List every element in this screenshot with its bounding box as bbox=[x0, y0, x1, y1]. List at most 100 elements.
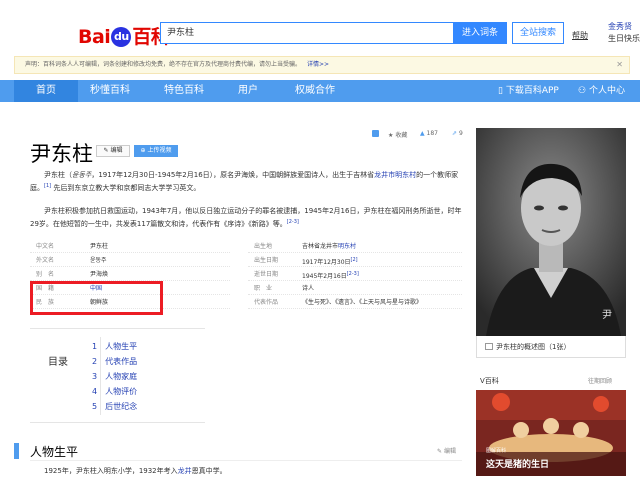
nav-item-users[interactable]: 用户 bbox=[238, 80, 258, 102]
edit-button-label: 编辑 bbox=[110, 147, 123, 154]
nav-item-partners[interactable]: 权威合作 bbox=[295, 80, 335, 102]
photo-caption[interactable]: 尹东柱的概述图（1张） bbox=[476, 336, 626, 358]
plus-circle-icon: ⊕ bbox=[140, 147, 146, 154]
video-title[interactable]: 这天是猪的生日 bbox=[486, 457, 549, 470]
ref-link[interactable]: [1] bbox=[44, 183, 51, 189]
toc-label: 目录 bbox=[48, 357, 68, 368]
section-text: 1925年，尹东柱入明东小学，1932年考入 bbox=[44, 467, 178, 475]
ref-link[interactable]: [2-3] bbox=[347, 271, 359, 277]
download-app-label: 下载百科APP bbox=[505, 86, 559, 96]
section-text: 恩真中学。 bbox=[191, 467, 227, 475]
section-paragraph: 1925年，尹东柱入明东小学，1932年考入龙井恩真中学。 bbox=[30, 466, 464, 477]
pencil-icon: ✎ bbox=[103, 147, 109, 154]
info-key: 逝世日期 bbox=[254, 271, 279, 278]
ref-link[interactable]: [2] bbox=[351, 257, 358, 263]
photo-caption-text: 尹东柱的概述图（1张） bbox=[496, 343, 571, 351]
info-key: 出生地 bbox=[254, 243, 273, 250]
video-tag: 图解百科 bbox=[486, 448, 507, 454]
toc-item-2[interactable]: 2 代表作品 bbox=[92, 356, 137, 367]
page-title: 尹东柱 bbox=[30, 142, 93, 166]
section-divider bbox=[30, 460, 462, 461]
like-count: 187 bbox=[426, 130, 438, 137]
intro-paragraph-1: 尹东柱（윤동주，1917年12月30日-1945年2月16日），原名尹海焕，中国… bbox=[30, 170, 464, 194]
info-value: 1945年2月16日 bbox=[302, 273, 347, 280]
search-input[interactable]: 尹东柱 bbox=[160, 22, 454, 44]
favorite-button[interactable]: ★ 收藏 bbox=[388, 130, 407, 139]
toc-item-1[interactable]: 1 人物生平 bbox=[92, 341, 137, 352]
site-search-button[interactable]: 全站搜索 bbox=[512, 22, 564, 44]
info-row: 出生日期 1917年12月30日[2] bbox=[248, 254, 462, 267]
upload-video-button[interactable]: ⊕ 上传视频 bbox=[134, 145, 178, 157]
info-value: 윤동주 bbox=[90, 257, 107, 264]
notice-more-link[interactable]: 详情>> bbox=[307, 61, 329, 68]
star-icon: ★ bbox=[388, 132, 394, 139]
intro-text: 先后到东京立教大学和京都同志大学学习英文。 bbox=[53, 184, 201, 192]
info-key: 别 名 bbox=[36, 271, 55, 278]
vbaike-label: V百科 bbox=[480, 377, 499, 385]
intro-korean-name: 윤동주 bbox=[72, 171, 92, 179]
pencil-icon: ✎ bbox=[437, 448, 443, 455]
enter-entry-button[interactable]: 进入词条 bbox=[453, 22, 507, 44]
intro-paragraph-2: 尹东柱积极参加抗日救国运动，1943年7月，他以反日独立运动分子的罪名被逮捕，1… bbox=[30, 206, 464, 230]
info-key: 代表作品 bbox=[254, 299, 279, 306]
share-button[interactable]: ⇗ 9 bbox=[452, 130, 463, 137]
section-edit-label: 编辑 bbox=[443, 448, 456, 455]
link-mingdong[interactable]: 龙井市明东村 bbox=[374, 171, 416, 179]
thumb-up-icon: ▲ bbox=[420, 130, 425, 137]
toc-item-5[interactable]: 5 后世纪念 bbox=[92, 401, 137, 412]
portrait-image: 尹 bbox=[476, 128, 626, 336]
intro-text: 尹东柱积极参加抗日救国运动，1943年7月，他以反日独立运动分子的罪名被逮捕，1… bbox=[30, 207, 462, 228]
info-row: 出生地 吉林省龙井市明东村 bbox=[248, 240, 462, 253]
add-icon[interactable] bbox=[372, 130, 379, 138]
logo-bai-text: Bai bbox=[78, 26, 111, 48]
info-row: 中文名 尹东柱 bbox=[30, 240, 230, 253]
personal-center-label: 个人中心 bbox=[588, 86, 625, 96]
toc-item-4[interactable]: 4 人物评价 bbox=[92, 386, 137, 397]
info-key: 出生日期 bbox=[254, 257, 279, 264]
toc-item-3[interactable]: 3 人物家庭 bbox=[92, 371, 137, 382]
info-key: 职 业 bbox=[254, 285, 273, 292]
help-link[interactable]: 帮助 bbox=[572, 30, 588, 41]
info-row: 逝世日期 1945年2月16日[2-3] bbox=[248, 268, 462, 281]
summary-photo[interactable]: 尹 bbox=[476, 128, 626, 336]
notice-text: 声明：百科词条人人可编辑，词条创建和修改均免费，绝不存在官方及代理商付费代编，请… bbox=[25, 61, 302, 68]
info-value: 尹东柱 bbox=[90, 243, 109, 250]
user-sub-text: 生日快乐 bbox=[608, 34, 640, 43]
section-marker bbox=[14, 443, 19, 459]
personal-center-link[interactable]: ⚇ 个人中心 bbox=[578, 80, 625, 102]
download-app-link[interactable]: ▯ 下载百科APP bbox=[498, 80, 559, 102]
close-icon[interactable]: ✕ bbox=[616, 57, 623, 73]
intro-text: 尹东柱（ bbox=[44, 171, 72, 179]
table-of-contents: 目录 1 人物生平 2 代表作品 3 人物家庭 4 人物评价 5 后世纪念 bbox=[30, 328, 205, 423]
intro-text: ，1917年12月30日-1945年2月16日），原名尹海焕，中国朝鲜族爱国诗人… bbox=[91, 171, 375, 179]
info-value: 《生与死》、《遗言》、《上天与风与星与诗歌》 bbox=[302, 299, 423, 306]
info-key: 中文名 bbox=[36, 243, 55, 250]
nav-item-miaodong[interactable]: 秒懂百科 bbox=[90, 80, 130, 102]
upload-video-label: 上传视频 bbox=[147, 147, 172, 154]
nav-item-featured[interactable]: 特色百科 bbox=[164, 80, 204, 102]
info-value: 1917年12月30日 bbox=[302, 259, 351, 266]
vbaike-more-link[interactable]: 往期回顾 bbox=[588, 376, 612, 385]
section-edit-button[interactable]: ✎ 编辑 bbox=[437, 446, 456, 455]
baidu-baike-logo[interactable]: Bai du 百科 bbox=[78, 22, 170, 49]
section-title: 人物生平 bbox=[30, 445, 79, 459]
link-mingdong-village[interactable]: 明东村 bbox=[338, 243, 356, 250]
logo-du-text: du bbox=[111, 27, 132, 47]
notice-bar: 声明：百科词条人人可编辑，词条创建和修改均免费，绝不存在官方及代理商付费代编，请… bbox=[14, 56, 630, 74]
nav-item-home[interactable]: 首页 bbox=[14, 80, 78, 102]
page-root: Bai du 百科 尹东柱 进入词条 全站搜索 帮助 金秀贤 生日快乐 声明：百科词… bbox=[0, 0, 640, 481]
info-row: 职 业 诗人 bbox=[248, 282, 462, 295]
phone-icon: ▯ bbox=[498, 86, 503, 96]
like-button[interactable]: ▲ 187 bbox=[420, 130, 438, 137]
favorite-label: 收藏 bbox=[395, 132, 408, 139]
info-row: 别 名 尹海焕 bbox=[30, 268, 230, 281]
edit-button[interactable]: ✎ 编辑 bbox=[96, 145, 130, 157]
info-value: 诗人 bbox=[302, 285, 315, 292]
share-icon: ⇗ bbox=[452, 130, 458, 137]
user-name-link[interactable]: 金秀贤 bbox=[608, 21, 632, 32]
info-value: 吉林省龙井市 bbox=[302, 243, 339, 250]
share-count: 9 bbox=[458, 130, 463, 137]
ref-link[interactable]: [2-3] bbox=[287, 219, 299, 225]
image-icon bbox=[485, 343, 493, 350]
link-longjing[interactable]: 龙井 bbox=[178, 467, 192, 475]
